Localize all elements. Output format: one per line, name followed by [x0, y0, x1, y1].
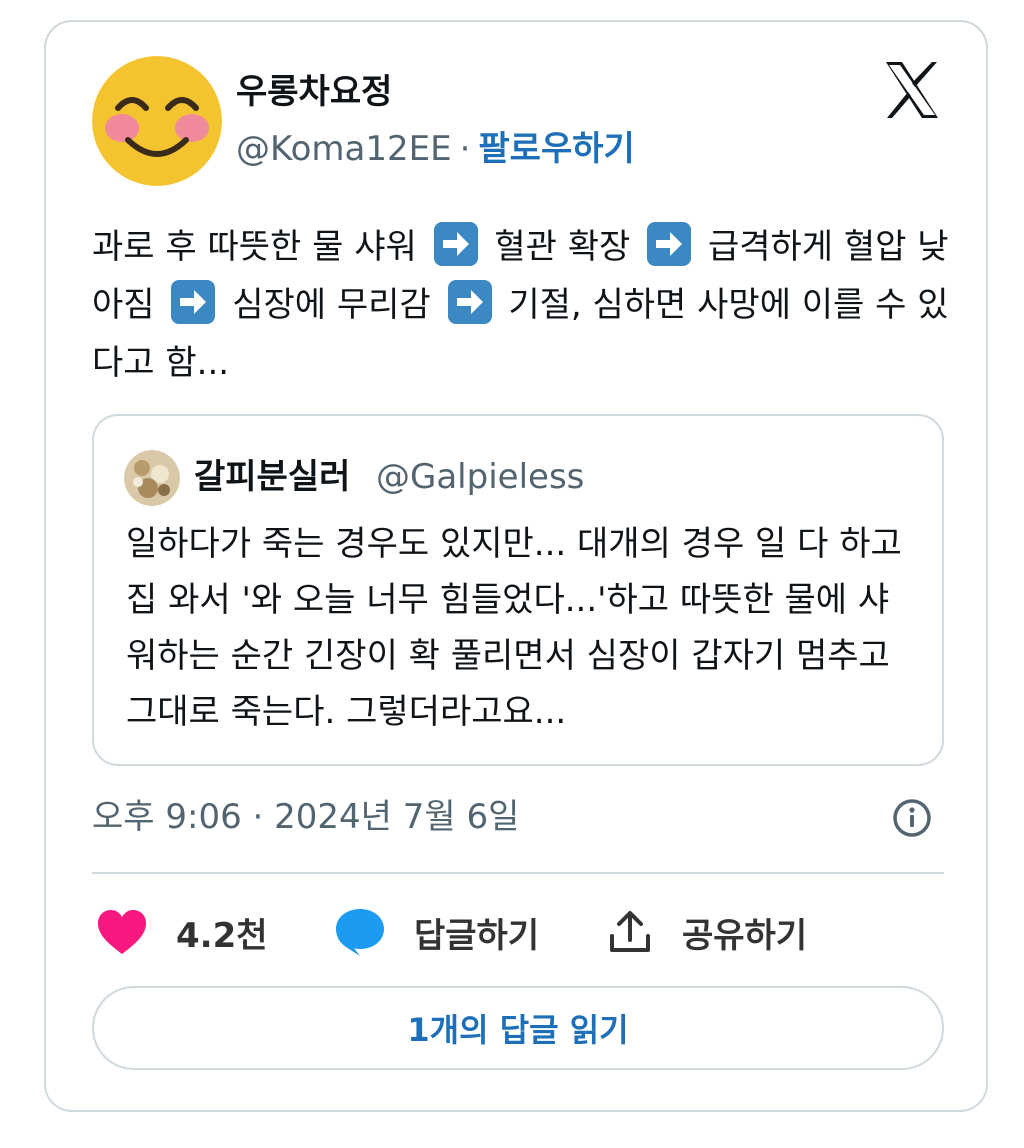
quoted-author-name[interactable]: 갈피분실러 — [194, 456, 350, 498]
separator-dot: · — [459, 129, 471, 169]
tweet-text-part: 심장에 무리감 — [232, 285, 431, 325]
tweet-text-part: 혈관 확장 — [494, 227, 631, 267]
share-label: 공유하기 — [682, 915, 808, 956]
author-avatar[interactable] — [92, 56, 222, 186]
speech-bubble-icon — [336, 909, 384, 956]
share-button[interactable]: 공유하기 — [606, 904, 807, 960]
arrow-right-emoji-icon — [433, 222, 478, 266]
quoted-tweet[interactable]: 갈피분실러 @Galpieless 일하다가 죽는 경우도 있지만... 대개의… — [92, 414, 944, 766]
reply-label: 답글하기 — [414, 915, 540, 956]
arrow-right-emoji-icon — [171, 280, 216, 324]
heart-icon — [98, 910, 146, 954]
arrow-right-emoji-icon — [447, 280, 492, 324]
tweet-timestamp[interactable]: 오후 9:06 · 2024년 7월 6일 — [92, 796, 519, 838]
read-replies-button[interactable]: 1개의 답글 읽기 — [92, 986, 944, 1070]
quoted-author-avatar[interactable] — [124, 450, 180, 506]
like-button[interactable]: 4.2천 — [96, 904, 268, 960]
x-logo-icon[interactable] — [880, 58, 944, 122]
arrow-right-emoji-icon — [647, 222, 692, 266]
divider — [92, 872, 944, 874]
tweet-card: 우롱차요정 @Koma12EE · 팔로우하기 과로 후 따뜻한 물 샤워 혈관 확… — [44, 20, 988, 1112]
reply-button[interactable]: 답글하기 — [334, 904, 539, 960]
quoted-author-handle[interactable]: @Galpieless — [376, 456, 584, 498]
share-icon — [610, 911, 650, 952]
author-handle[interactable]: @Koma12EE — [236, 129, 452, 169]
tweet-text-part: 과로 후 따뜻한 물 샤워 — [92, 227, 417, 267]
author-name[interactable]: 우롱차요정 — [236, 72, 392, 112]
author-handle-line: @Koma12EE · 팔로우하기 — [236, 128, 635, 170]
info-icon[interactable] — [892, 798, 932, 838]
follow-button[interactable]: 팔로우하기 — [478, 129, 634, 169]
tweet-text: 과로 후 따뜻한 물 샤워 혈관 확장 급격하게 혈압 낮아짐 심장에 무리감 … — [92, 218, 952, 392]
quoted-tweet-text: 일하다가 죽는 경우도 있지만... 대개의 경우 일 다 하고 집 와서 '와… — [126, 524, 902, 732]
tweet-text-part: 기절, 심하면 사망에 이를 수 있다고 함... — [92, 285, 949, 383]
like-count: 4.2천 — [176, 915, 268, 956]
